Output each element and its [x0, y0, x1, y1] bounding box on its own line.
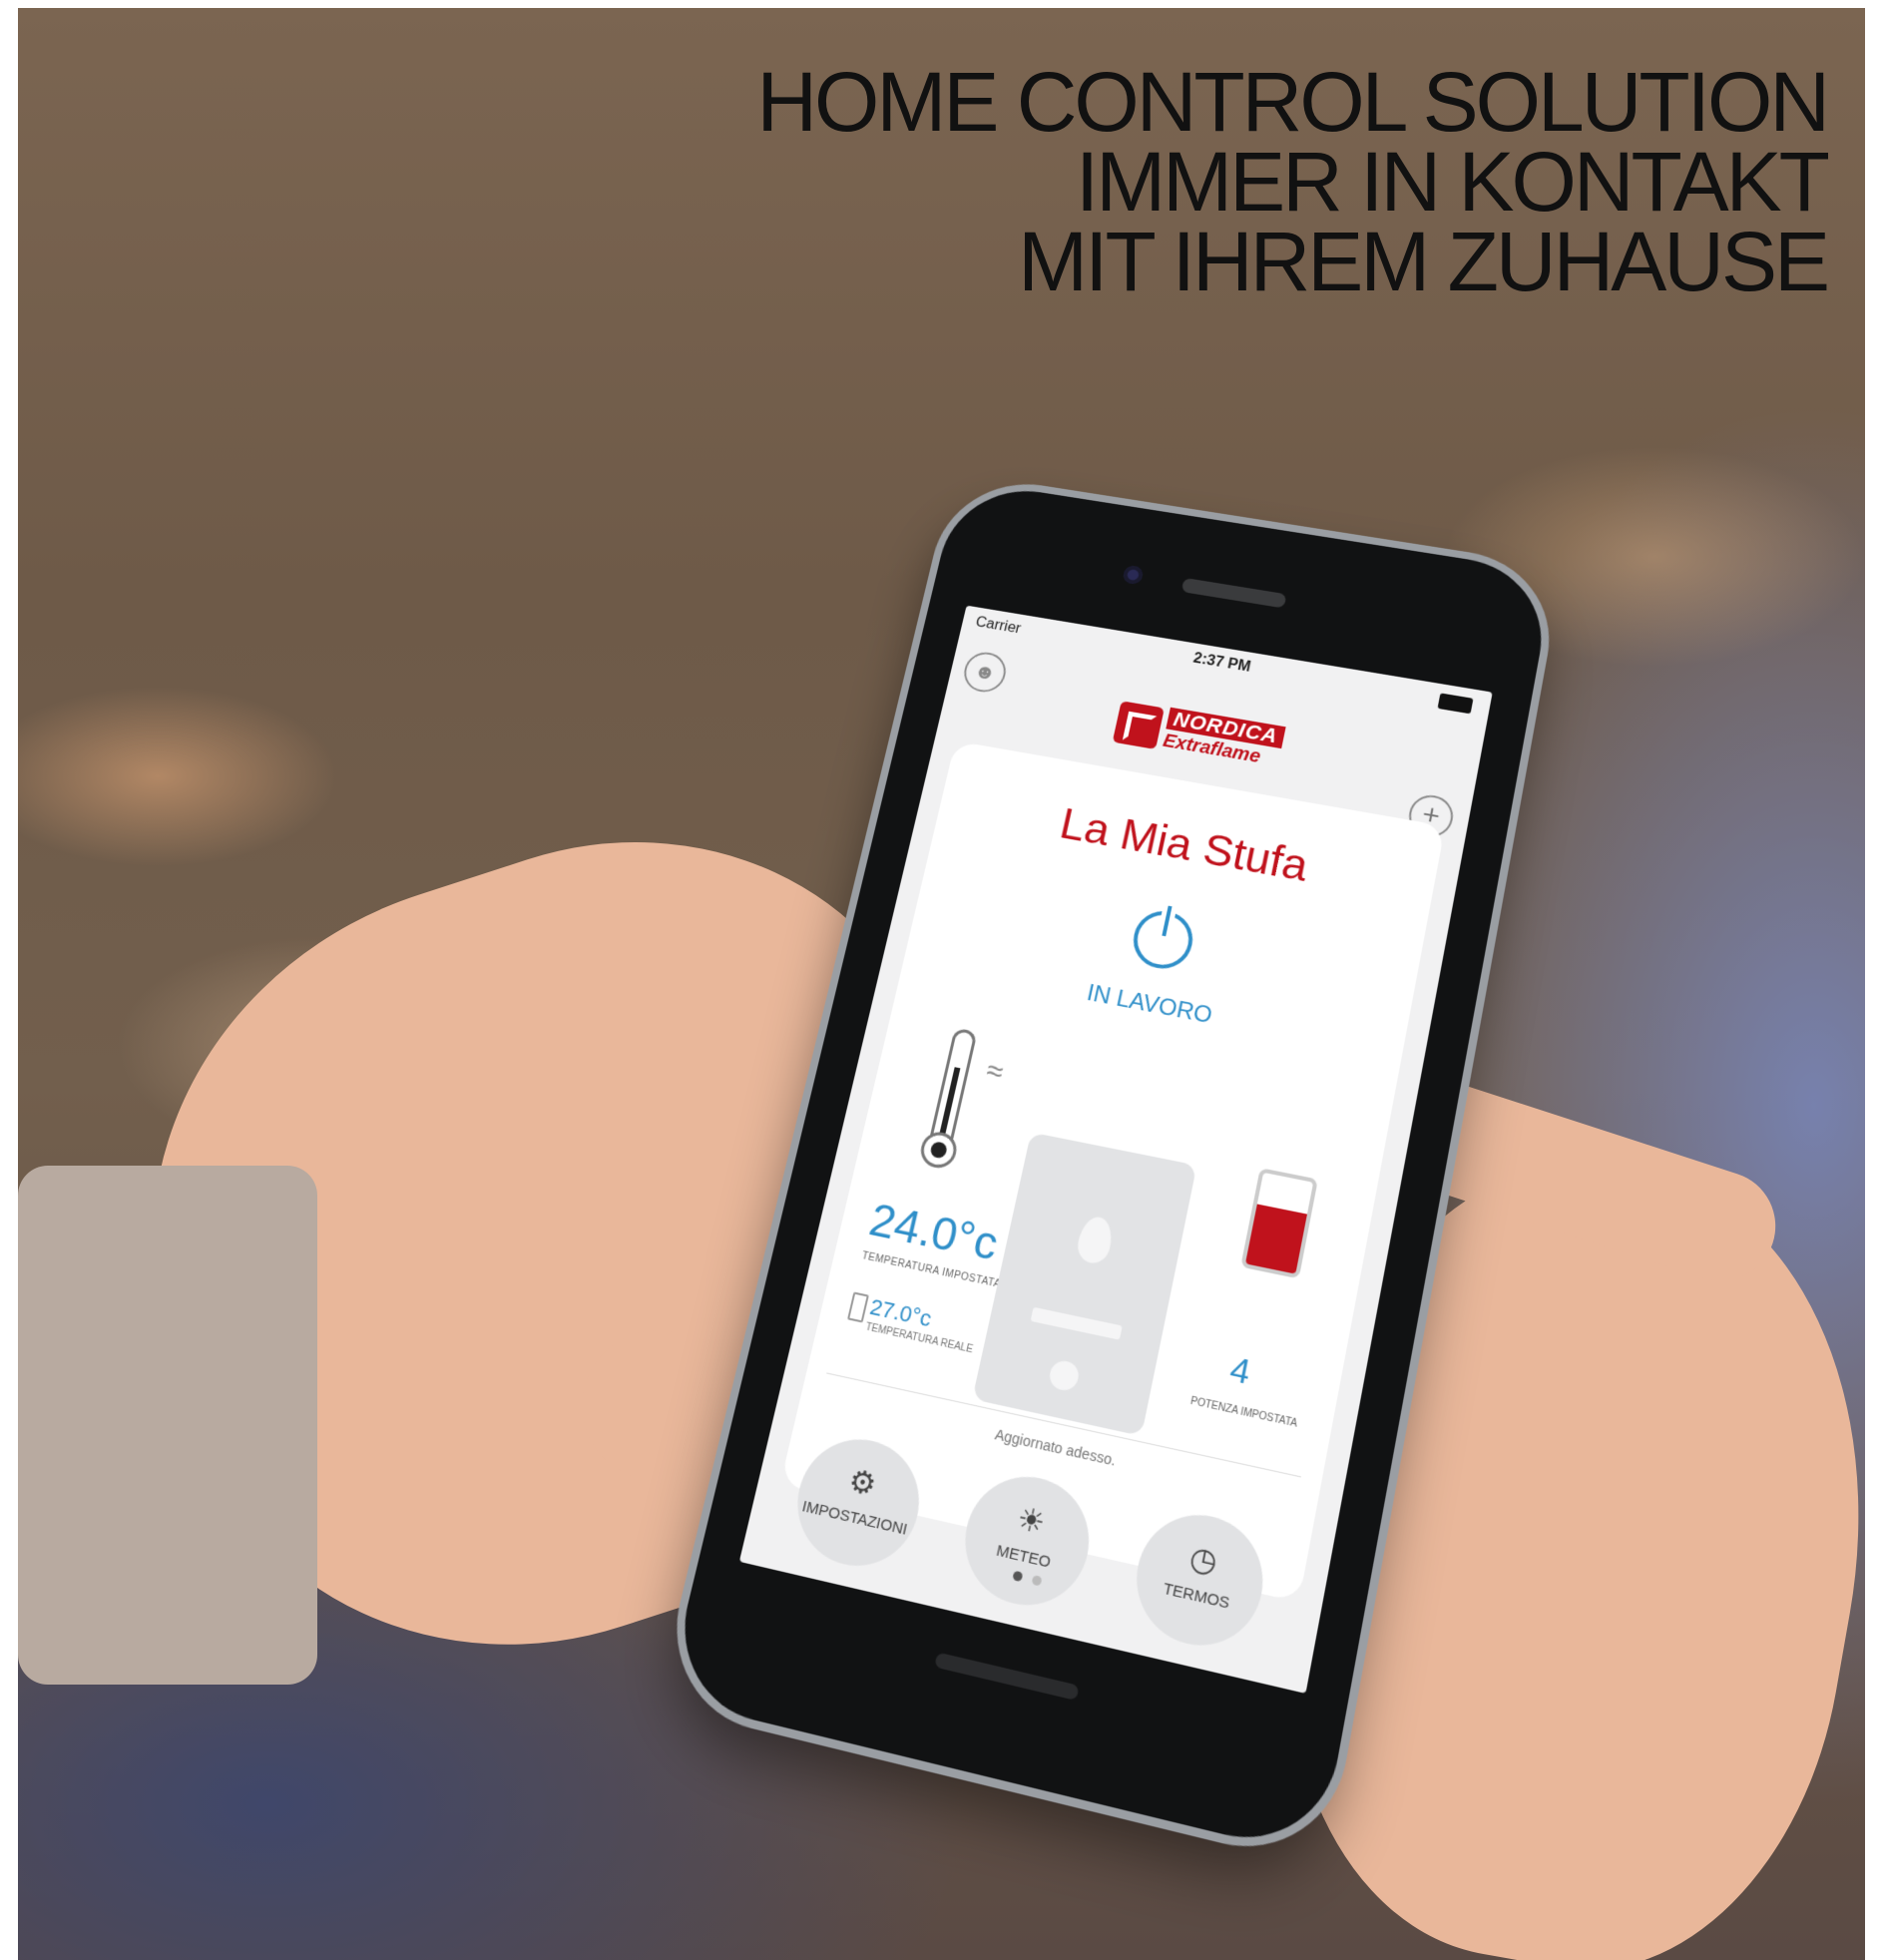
clock: 2:37 PM: [1191, 650, 1252, 676]
home-button[interactable]: [934, 1652, 1080, 1702]
page-dot[interactable]: [1031, 1575, 1043, 1587]
thermometer-icon: [916, 1027, 983, 1178]
headline: HOME CONTROL SOLUTION IMMER IN KONTAKT M…: [756, 55, 1830, 308]
power-level-label: POTENZA IMPOSTATA: [1188, 1395, 1299, 1430]
headline-line-3: MIT IHREM ZUHAUSE: [1018, 215, 1830, 308]
power-level-gauge: [1240, 1168, 1318, 1279]
headline-line-2: IMMER IN KONTAKT: [1075, 135, 1830, 229]
earpiece: [1180, 577, 1287, 609]
user-icon[interactable]: ☻: [960, 649, 1010, 696]
stove-illustration: [972, 1132, 1197, 1437]
brand-logo-mark: [1112, 701, 1165, 749]
stove-name: La Mia Stufa: [1056, 798, 1313, 891]
airflow-icon: ≈: [983, 1054, 1007, 1089]
flame-icon: [1074, 1214, 1116, 1266]
room-sensor-icon: [847, 1291, 869, 1323]
power-level[interactable]: 4: [1226, 1349, 1253, 1393]
power-toggle[interactable]: [1128, 906, 1198, 974]
power-level-fill: [1244, 1204, 1307, 1274]
headline-line-1: HOME CONTROL SOLUTION: [756, 55, 1830, 149]
page-dot-active[interactable]: [1012, 1570, 1024, 1583]
status-bar: Carrier 2:37 PM: [960, 606, 1493, 724]
front-camera: [1122, 564, 1145, 586]
stove-card: La Mia Stufa IN LAVORO ≈ 24.0°c TEMPERAT…: [779, 740, 1446, 1659]
sleeve: [18, 1166, 317, 1685]
